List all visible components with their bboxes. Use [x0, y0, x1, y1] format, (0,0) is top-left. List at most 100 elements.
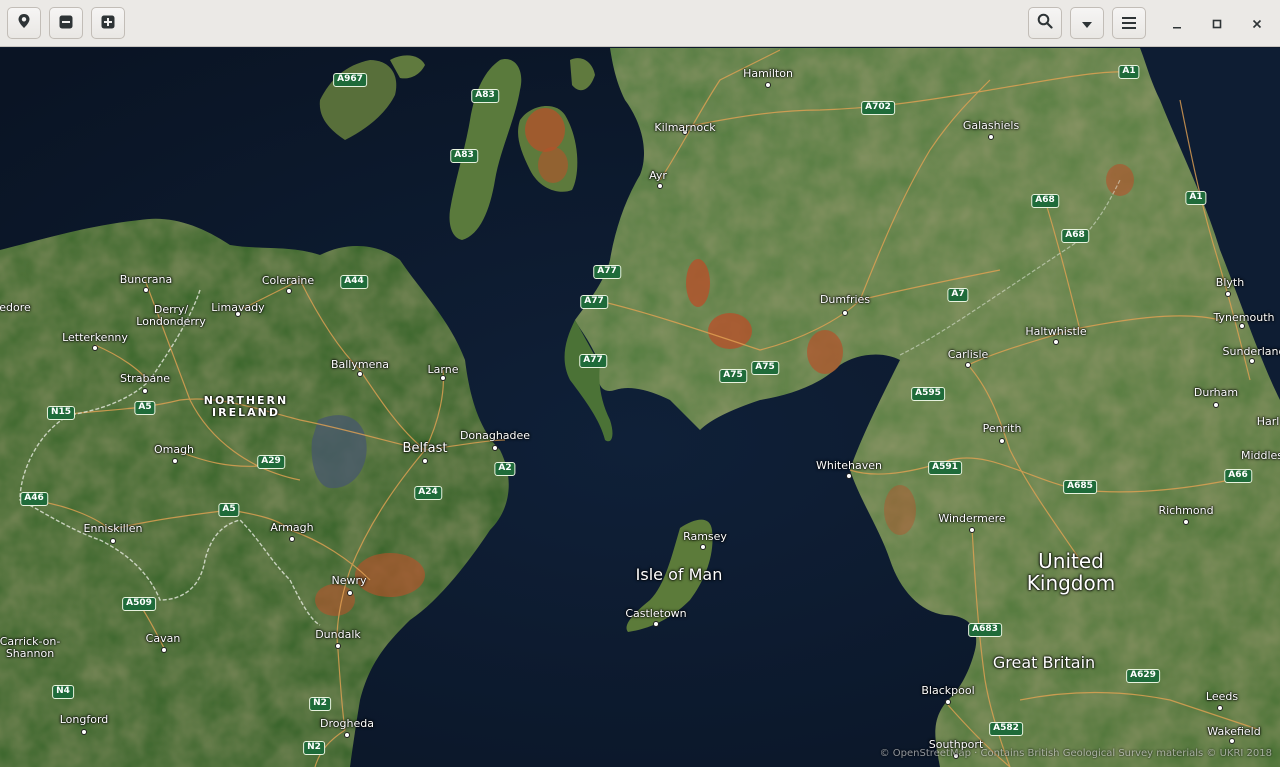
- place-castletown[interactable]: Castletown: [625, 607, 686, 620]
- place-donaghadee[interactable]: Donaghadee: [460, 429, 530, 442]
- layers-dropdown-button[interactable]: [1070, 7, 1104, 39]
- zoom-in-button[interactable]: [91, 7, 125, 39]
- place-tynemouth[interactable]: Tynemouth: [1214, 311, 1275, 324]
- search-button[interactable]: [1028, 7, 1062, 39]
- place-blackpool[interactable]: Blackpool: [921, 684, 974, 697]
- place-dot: [422, 458, 428, 464]
- place-dot: [286, 288, 292, 294]
- place-dot: [1249, 358, 1255, 364]
- place-sunderland[interactable]: Sunderland: [1223, 345, 1280, 358]
- place-cavan[interactable]: Cavan: [146, 632, 181, 645]
- road-shield: A2: [494, 462, 516, 476]
- place-haltwhistle[interactable]: Haltwhistle: [1025, 325, 1086, 338]
- hamburger-menu-icon: [1122, 14, 1136, 33]
- place-ayr[interactable]: Ayr: [649, 169, 667, 182]
- place-ramsey[interactable]: Ramsey: [683, 530, 727, 543]
- minimize-icon: [1172, 14, 1182, 33]
- place-whitehaven[interactable]: Whitehaven: [816, 459, 882, 472]
- place-derry-londonderry[interactable]: Derry/ Londonderry: [136, 303, 205, 328]
- place-newry[interactable]: Newry: [331, 574, 366, 587]
- place-leeds[interactable]: Leeds: [1206, 690, 1238, 703]
- place-dot: [765, 82, 771, 88]
- road-shield: A967: [333, 73, 367, 87]
- zoom-out-button[interactable]: [49, 7, 83, 39]
- place-dot: [347, 590, 353, 596]
- road-shield: A24: [414, 486, 442, 500]
- road-shield: A83: [471, 89, 499, 103]
- place-dot: [1217, 705, 1223, 711]
- road-shield: A7: [947, 288, 969, 302]
- place-richmond[interactable]: Richmond: [1158, 504, 1213, 517]
- place-kilmarnock[interactable]: Kilmarnock: [654, 121, 715, 134]
- my-location-button[interactable]: [7, 7, 41, 39]
- road-shield: A44: [340, 275, 368, 289]
- place-dot: [657, 183, 663, 189]
- road-shield: A29: [257, 455, 285, 469]
- maximize-button[interactable]: [1204, 10, 1230, 36]
- place-omagh[interactable]: Omagh: [154, 443, 194, 456]
- place-windermere[interactable]: Windermere: [938, 512, 1005, 525]
- place-strabane[interactable]: Strabane: [120, 372, 170, 385]
- place-dot: [92, 345, 98, 351]
- place-dot: [969, 527, 975, 533]
- place-limavady[interactable]: Limavady: [211, 301, 264, 314]
- road-shield: A685: [1063, 480, 1097, 494]
- place-dot: [700, 544, 706, 550]
- place-dot: [1229, 738, 1235, 744]
- road-shield: A46: [20, 492, 48, 506]
- place-carlisle[interactable]: Carlisle: [948, 348, 989, 361]
- road-shield: A77: [593, 265, 621, 279]
- minimize-button[interactable]: [1164, 10, 1190, 36]
- place-dumfries[interactable]: Dumfries: [820, 293, 870, 306]
- place-dot: [945, 699, 951, 705]
- place-dundalk[interactable]: Dundalk: [315, 628, 361, 641]
- place-durham[interactable]: Durham: [1194, 386, 1238, 399]
- place-drogheda[interactable]: Drogheda: [320, 717, 374, 730]
- road-shield: A509: [122, 597, 156, 611]
- map-attribution[interactable]: © OpenStreetMap · Contains British Geolo…: [880, 748, 1272, 759]
- road-shield: A75: [751, 361, 779, 375]
- road-shield: A66: [1224, 469, 1252, 483]
- place-blyth[interactable]: Blyth: [1216, 276, 1244, 289]
- place-longford[interactable]: Longford: [60, 713, 109, 726]
- place-edore[interactable]: edore: [0, 301, 31, 314]
- place-carrick-on-shannon[interactable]: Carrick-on- Shannon: [0, 635, 60, 660]
- place-harl[interactable]: Harl: [1257, 415, 1280, 428]
- place-larne[interactable]: Larne: [428, 363, 459, 376]
- road-shield: N2: [309, 697, 331, 711]
- place-middles[interactable]: Middles: [1241, 449, 1280, 462]
- place-armagh[interactable]: Armagh: [270, 521, 313, 534]
- place-dot: [81, 729, 87, 735]
- satellite-map[interactable]: Hamilton Kilmarnock Galashiels Ayr Buncr…: [0, 48, 1280, 767]
- place-dot: [965, 362, 971, 368]
- place-dot: [110, 538, 116, 544]
- road-shield: N15: [46, 406, 76, 420]
- region-isle-of-man: Isle of Man: [635, 565, 723, 585]
- place-dot: [161, 647, 167, 653]
- close-button[interactable]: [1244, 10, 1270, 36]
- road-shield: A582: [989, 722, 1023, 736]
- region-northern-ireland: NORTHERN IRELAND: [203, 393, 289, 419]
- place-belfast[interactable]: Belfast: [403, 441, 448, 456]
- main-menu-button[interactable]: [1112, 7, 1146, 39]
- road-shield: A702: [861, 101, 895, 115]
- map-marker-icon: [17, 13, 31, 33]
- road-shield: A683: [968, 623, 1002, 637]
- road-shield: A5: [134, 401, 156, 415]
- place-dot: [344, 732, 350, 738]
- place-letterkenny[interactable]: Letterkenny: [62, 331, 128, 344]
- place-coleraine[interactable]: Coleraine: [262, 274, 314, 287]
- place-buncrana[interactable]: Buncrana: [120, 273, 173, 286]
- road-shield: A629: [1126, 669, 1160, 683]
- road-shield: A1: [1185, 191, 1207, 205]
- place-enniskillen[interactable]: Enniskillen: [84, 522, 143, 535]
- road-shield: A1: [1118, 65, 1140, 79]
- place-galashiels[interactable]: Galashiels: [963, 119, 1019, 132]
- place-wakefield[interactable]: Wakefield: [1207, 725, 1260, 738]
- road-shield: A77: [580, 295, 608, 309]
- road-shield: A595: [911, 387, 945, 401]
- place-penrith[interactable]: Penrith: [983, 422, 1022, 435]
- header-bar: [0, 0, 1280, 47]
- place-ballymena[interactable]: Ballymena: [331, 358, 389, 371]
- place-hamilton[interactable]: Hamilton: [743, 67, 793, 80]
